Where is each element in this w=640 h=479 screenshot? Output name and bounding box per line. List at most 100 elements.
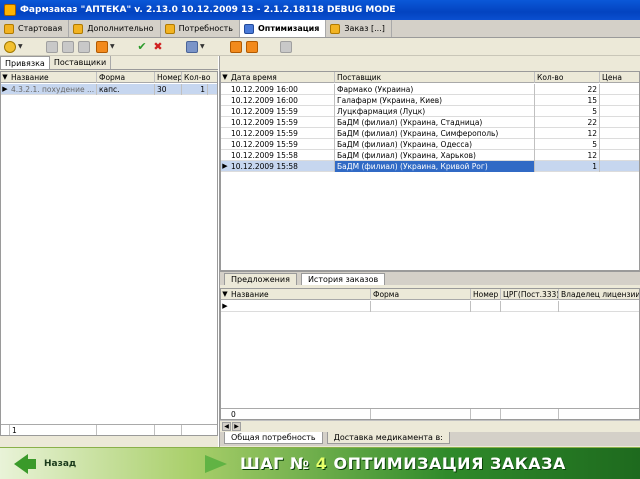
column-header[interactable]: Номер [155,72,182,83]
nav-prev-icon[interactable] [62,41,74,53]
table-row[interactable]: 10.12.2009 15:58 БаДМ (филиал) (Украина, … [221,150,639,161]
tab-demand[interactable]: Потребность [161,20,240,37]
column-header[interactable]: Номер [471,289,501,300]
tab-order-history[interactable]: История заказов [300,273,386,285]
column-header[interactable]: ЦРГ(Пост.333) [501,289,559,300]
tab-binding[interactable]: Привязка [0,56,50,69]
close-tab-icon[interactable] [243,23,254,34]
table-row[interactable]: 10.12.2009 15:59 БаДМ (филиал) (Украина, … [221,139,639,150]
nav-first-icon[interactable] [46,41,58,53]
filter-icon[interactable]: ✔ [136,41,148,53]
table-row[interactable]: ▶ 10.12.2009 15:58 БаДМ (филиал) (Украина,… [221,161,639,172]
cell-name [229,301,371,312]
column-header[interactable]: Дата время [229,72,335,83]
view-icon[interactable] [186,41,198,53]
tab-suppliers[interactable]: Поставщики [50,56,112,69]
tab-label: Заказ [...] [344,24,385,33]
step-arrow-icon [205,455,227,473]
back-button-label: Назад [44,459,77,469]
column-header[interactable]: Владелец лицензии [559,289,639,300]
row-indicator-icon: ▶ [2,85,8,93]
cell-date: 10.12.2009 15:59 [229,128,335,139]
back-arrow-tail [28,459,36,469]
grid-header: ▼ Дата время Поставщик Кол-во Цена [221,72,639,83]
table-row[interactable]: 10.12.2009 15:59 БаДМ (филиал) (Украина, … [221,128,639,139]
column-header[interactable]: Форма [97,72,155,83]
row-indicator-icon: ▶ [222,162,228,170]
demand-tab-icon [164,23,175,34]
action-icon[interactable] [96,41,108,53]
tab-total-demand[interactable]: Общая потребность [224,432,323,444]
tab-label: Стартовая [18,24,63,33]
row-indicator-icon [221,139,229,150]
tab-order[interactable]: Заказ [...] [326,20,392,37]
accept-icon[interactable] [230,41,242,53]
scroll-right-icon[interactable]: ▶ [232,422,241,431]
tab-additional[interactable]: Дополнительно [69,20,161,37]
cell-price [600,84,639,95]
column-header[interactable]: Кол-во [535,72,600,83]
wizard-step-title: ШАГ № 4 ОПТИМИЗАЦИЯ ЗАКАЗА [240,452,566,476]
column-header[interactable]: Кол-во [182,72,217,83]
cell-number: 30 [155,84,182,95]
tab-offers[interactable]: Предложения [224,273,297,285]
reject-icon[interactable] [246,41,258,53]
tab-optimization[interactable]: Оптимизация [239,20,327,37]
cell-supplier: БаДМ (филиал) (Украина, Стадница) [335,117,535,128]
history-grid: ▼ Название Форма Номер ЦРГ(Пост.333) Вла… [220,288,640,420]
tab-delivery[interactable]: Доставка медикамента в: [326,432,450,444]
table-row[interactable]: ▶ [221,301,639,312]
row-indicator-icon [221,128,229,139]
cell-date: 10.12.2009 15:58 [229,161,335,172]
cell-qty: 12 [535,150,600,161]
footer-cell [155,425,182,435]
scroll-left-icon[interactable]: ◀ [222,422,231,431]
grid-header: ▼ Название Форма Номер Кол-во [1,72,217,83]
tools-menu-dropdown-icon[interactable]: ▼ [18,41,24,53]
row-indicator-icon [221,117,229,128]
horizontal-scrollbar[interactable]: ◀ ▶ [220,420,640,431]
column-header[interactable]: Поставщик [335,72,535,83]
tools-menu-icon[interactable] [4,41,16,53]
column-header[interactable]: Название [229,289,371,300]
footer-count: 0 [229,409,371,419]
row-indicator-icon: ▶ [222,302,228,310]
table-row[interactable]: 10.12.2009 15:59 БаДМ (филиал) (Украина, … [221,117,639,128]
column-header[interactable]: Форма [371,289,471,300]
cell-qty: 1 [535,161,600,172]
row-indicator-icon [221,106,229,117]
tab-start[interactable]: Стартовая [0,20,70,37]
additional-tab-icon [73,23,84,34]
wizard-footer: Назад ШАГ № 4 ОПТИМИЗАЦИЯ ЗАКАЗА [0,447,640,479]
footer-cell [97,425,155,435]
nav-next-icon[interactable] [78,41,90,53]
table-row[interactable]: 10.12.2009 16:00 Галафарм (Украина, Киев)… [221,95,639,106]
action-dropdown-icon[interactable]: ▼ [110,41,116,53]
view-dropdown-icon[interactable]: ▼ [200,41,206,53]
remove-filter-icon[interactable]: ✖ [152,41,164,53]
grid-footer: 1 [1,424,217,435]
table-row[interactable]: ▶ 4.3.2.1. похудение ... капс. 30 1 [1,84,217,95]
left-panel-tabs: Привязка Поставщики [0,56,218,70]
middle-tabs: Предложения История заказов [220,271,640,285]
cell-date: 10.12.2009 15:59 [229,139,335,150]
table-row[interactable]: 10.12.2009 16:00 Фармако (Украина) 22 [221,84,639,95]
back-button[interactable]: Назад [14,454,76,474]
step-title: ОПТИМИЗАЦИЯ ЗАКАЗА [333,454,566,473]
cell-price [600,117,639,128]
sort-indicator-icon: ▼ [222,290,228,298]
run-icon[interactable] [280,41,292,53]
footer-count: 1 [9,425,97,435]
cell-supplier: Галафарм (Украина, Киев) [335,95,535,106]
step-number: 4 [315,454,328,473]
column-header[interactable]: Цена [600,72,639,83]
cell-supplier: БаДМ (филиал) (Украина, Симферополь) [335,128,535,139]
cell-form: капс. [97,84,155,95]
column-header[interactable]: Название [9,72,97,83]
cell-price [600,139,639,150]
table-row[interactable]: 10.12.2009 15:59 Луцкфармация (Луцк) 5 [221,106,639,117]
cell-supplier: БаДМ (филиал) (Украина, Одесса) [335,139,535,150]
cell-form [371,301,471,312]
row-indicator-icon [221,84,229,95]
cell-supplier: Фармако (Украина) [335,84,535,95]
